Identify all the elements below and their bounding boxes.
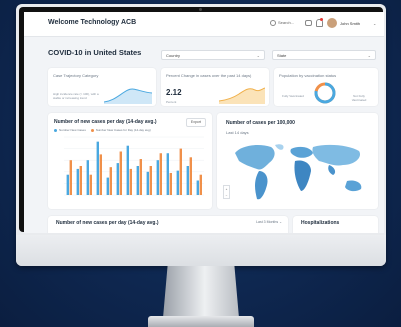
country-select-label: Country bbox=[166, 53, 181, 58]
monitor-base bbox=[148, 316, 254, 327]
state-select-label: State bbox=[277, 53, 287, 58]
legend-label-1: Number New Cases bbox=[59, 128, 86, 132]
legend-dot-blue bbox=[54, 128, 57, 132]
bottom-chart-filter-label: Last 3 Months bbox=[256, 220, 279, 224]
vaccination-label: Population by vaccination status bbox=[279, 73, 337, 78]
percent-change-value: 2.12 bbox=[166, 88, 182, 97]
bar-chart bbox=[64, 136, 204, 196]
bar-orange bbox=[99, 154, 102, 195]
camera-icon bbox=[199, 8, 202, 11]
bar-blue bbox=[126, 145, 129, 195]
chevron-down-icon: ⌄ bbox=[279, 220, 282, 224]
map-title: Number of cases per 100,000 bbox=[226, 120, 295, 126]
bar-orange bbox=[139, 159, 142, 195]
country-select[interactable]: Country ⌄ bbox=[161, 50, 265, 60]
legend-label-2: Number New Cases for Day (14-day avg) bbox=[95, 128, 151, 132]
bar-blue bbox=[156, 160, 159, 195]
bar-blue bbox=[146, 171, 149, 195]
percent-change-sparkline bbox=[219, 87, 265, 104]
chevron-down-icon[interactable]: ⌄ bbox=[373, 21, 376, 26]
percent-change-caption: Percent bbox=[166, 100, 177, 104]
bar-orange bbox=[169, 172, 172, 195]
bar-blue bbox=[86, 160, 89, 195]
bar-blue bbox=[106, 177, 109, 195]
search-label: Search... bbox=[278, 20, 295, 26]
bar-orange bbox=[149, 166, 152, 195]
bar-blue bbox=[136, 166, 139, 195]
bar-orange bbox=[129, 168, 132, 195]
bar-blue bbox=[66, 174, 69, 195]
bar-chart-title: Number of new cases per day (14-day avg.… bbox=[54, 119, 157, 125]
bar-chart-legend: Number New Cases Number New Cases for Da… bbox=[54, 128, 151, 132]
screen: Welcome Technology ACB Search... John Sm… bbox=[24, 12, 384, 233]
trajectory-label: Case Trajectory Category bbox=[53, 73, 99, 78]
bar-orange bbox=[159, 153, 162, 195]
chevron-down-icon: ⌄ bbox=[256, 53, 260, 58]
map-subtitle: Last 14 days bbox=[226, 130, 249, 135]
bar-chart-card: Number of new cases per day (14-day avg.… bbox=[48, 113, 212, 209]
page-title: COVID-10 in United States bbox=[48, 48, 142, 57]
bar-blue bbox=[166, 153, 169, 195]
bar-orange bbox=[109, 167, 112, 195]
app-title: Welcome Technology ACB bbox=[48, 19, 137, 26]
hospitalizations-title: Hospitalizations bbox=[301, 220, 340, 226]
vaccination-card: Population by vaccination status Fully V… bbox=[274, 68, 378, 106]
bar-orange bbox=[79, 166, 82, 195]
bar-orange bbox=[89, 174, 92, 195]
vaccination-legend-fully: Fully Vaccinated bbox=[282, 94, 304, 98]
legend-dot-orange bbox=[90, 128, 94, 132]
map-zoom-control[interactable]: + − bbox=[223, 185, 230, 199]
vaccination-donut bbox=[314, 82, 336, 104]
chat-icon[interactable] bbox=[305, 20, 312, 26]
monitor-chin bbox=[16, 235, 386, 266]
bar-orange bbox=[119, 151, 122, 195]
notification-badge bbox=[320, 18, 323, 21]
search-box[interactable]: Search... bbox=[270, 20, 294, 26]
monitor-stand bbox=[163, 266, 239, 318]
bottom-chart-title: Number of new cases per day (14-day avg.… bbox=[56, 220, 159, 226]
bar-blue bbox=[116, 163, 119, 195]
bar-blue bbox=[76, 168, 79, 195]
trajectory-sparkline bbox=[104, 88, 152, 104]
monitor-bezel: Welcome Technology ACB Search... John Sm… bbox=[19, 7, 384, 233]
map-card: Number of cases per 100,000 Last 14 days… bbox=[217, 113, 378, 209]
user-name[interactable]: John Smith bbox=[340, 21, 360, 26]
world-map[interactable] bbox=[231, 141, 373, 205]
bar-orange bbox=[179, 148, 182, 195]
bar-blue bbox=[176, 170, 179, 195]
bottom-chart-card: Number of new cases per day (14-day avg.… bbox=[48, 216, 288, 233]
percent-change-label: Percent Change in cases over the past 14… bbox=[166, 73, 252, 78]
bar-orange bbox=[189, 157, 192, 195]
export-button[interactable]: Export bbox=[185, 118, 206, 127]
trajectory-card: Case Trajectory Category High incidence … bbox=[48, 68, 156, 106]
bar-blue bbox=[186, 166, 189, 195]
bottom-chart-filter[interactable]: Last 3 Months ⌄ bbox=[256, 220, 282, 224]
search-icon bbox=[270, 20, 276, 26]
bar-orange bbox=[199, 174, 202, 195]
monitor: Welcome Technology ACB Search... John Sm… bbox=[16, 4, 386, 266]
hospitalizations-card: Hospitalizations bbox=[293, 216, 378, 233]
percent-change-card: Percent Change in cases over the past 14… bbox=[161, 68, 269, 106]
trajectory-note: High incidence rate (> 100), with a stab… bbox=[53, 92, 99, 100]
avatar[interactable] bbox=[327, 18, 337, 28]
state-select[interactable]: State ⌄ bbox=[272, 50, 376, 60]
chevron-down-icon: ⌄ bbox=[367, 53, 371, 58]
vaccination-legend-not-fully: Not Fully Vaccinated bbox=[351, 94, 367, 102]
bar-blue bbox=[196, 180, 199, 195]
bar-orange bbox=[69, 160, 72, 195]
top-bar: Welcome Technology ACB Search... John Sm… bbox=[24, 12, 384, 37]
bar-blue bbox=[96, 141, 99, 195]
